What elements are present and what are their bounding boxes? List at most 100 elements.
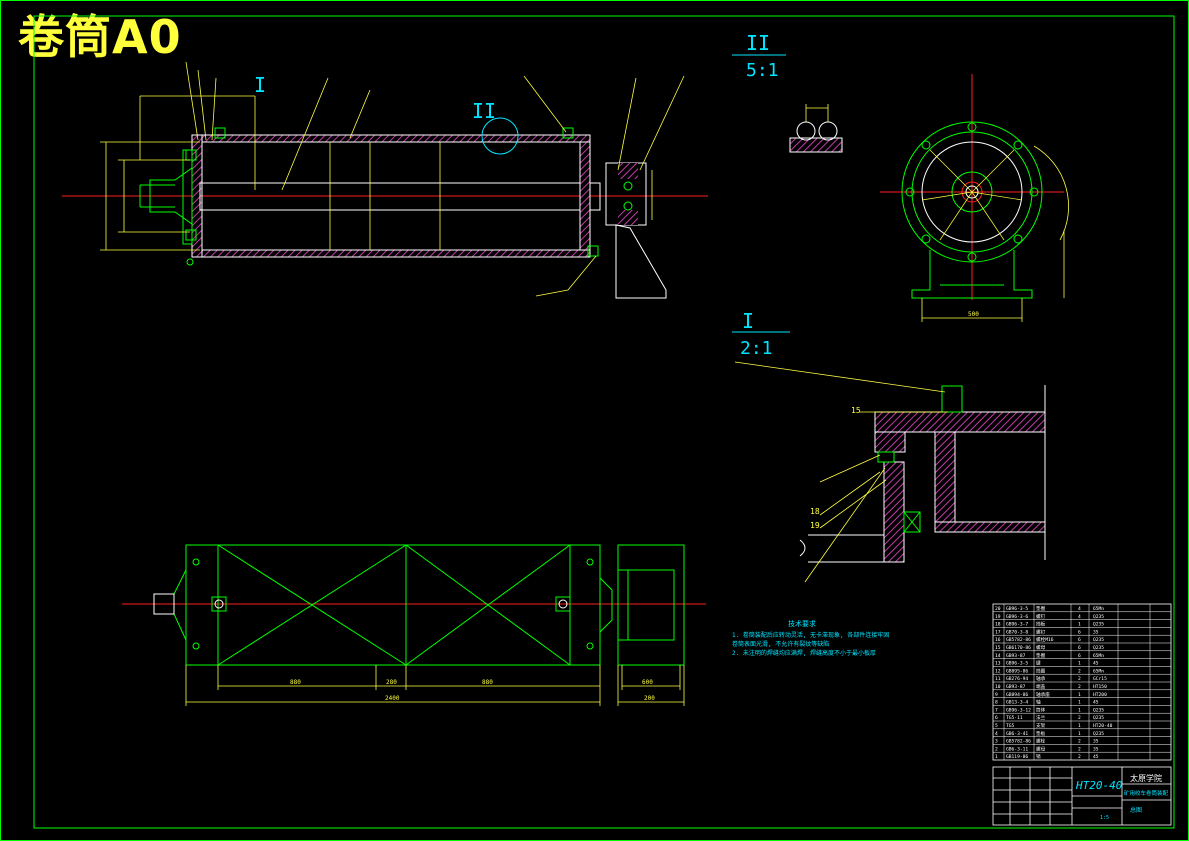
bom-cell: 2 xyxy=(995,746,998,752)
end-base-width-dim: 500 xyxy=(968,311,979,318)
bom-cell: 轴承 xyxy=(1036,675,1046,682)
bom-cell: 6 xyxy=(1078,653,1081,659)
dim-right-width: 600 xyxy=(642,679,653,686)
bom-cell: 3 xyxy=(995,739,998,745)
bom-cell: 螺钉 xyxy=(1036,628,1046,635)
part-number-15: 15 xyxy=(851,406,861,415)
bom-cell: 端盖 xyxy=(1036,683,1046,690)
bom-cell: GB70-3-8 xyxy=(1006,629,1028,635)
bom-cell: 2 xyxy=(1078,676,1081,682)
bom-cell: 螺母 xyxy=(1036,644,1046,651)
tech-req-line-2: 卷筒表面光滑, 不允许有裂纹等缺陷 xyxy=(732,640,829,648)
detail-i-label: I xyxy=(742,309,754,333)
bom-cell: 销 xyxy=(1036,753,1041,760)
bom-cell: 挡圈 xyxy=(1036,667,1046,674)
bom-cell: 10 xyxy=(995,684,1001,690)
bom-cell: 18 xyxy=(995,622,1001,628)
dim-total-length: 2400 xyxy=(385,695,400,702)
bom-cell: 35 xyxy=(1093,746,1099,752)
bom-cell: 4 xyxy=(1078,614,1081,620)
detail-i-view xyxy=(732,331,1046,583)
bom-cell: 16 xyxy=(995,637,1001,643)
bom-cell: GB5782-86 xyxy=(1006,637,1031,643)
bom-cell: 螺栓M16 xyxy=(1036,636,1054,643)
bom-cell: 2 xyxy=(1078,715,1081,721)
bom-cell: 45 xyxy=(1093,661,1099,667)
detail-i-scale: 2:1 xyxy=(740,338,773,359)
bom-cell: GB93-87 xyxy=(1006,684,1026,690)
bom-table: 20 GB96-3-5 垫圈 4 65Mn19 GB96-3-6 螺钉 4 Q23518 GB96… xyxy=(992,603,1172,761)
bom-cell: 8 xyxy=(995,700,998,706)
bom-cell: Q235 xyxy=(1093,715,1104,721)
bom-cell: GB894-86 xyxy=(1006,692,1028,698)
bom-cell: GB96-3-12 xyxy=(1006,707,1031,713)
bom-cell: 1 xyxy=(1078,731,1081,737)
tech-requirements: 技术要求 1. 卷筒装配后应转动灵活, 无卡滞现象, 各部件连接牢固 卷筒表面光… xyxy=(732,619,889,657)
bom-cell: GB96-3-6 xyxy=(1006,614,1028,620)
bom-cell: 1 xyxy=(1078,707,1081,713)
bom-cell: 2 xyxy=(1078,668,1081,674)
cad-drawing-canvas[interactable]: I II II 5:1 500 I 2:1 15 18 19 880 280 8… xyxy=(0,0,1189,841)
tech-req-line-1: 1. 卷筒装配后应转动灵活, 无卡滞现象, 各部件连接牢固 xyxy=(732,631,889,639)
bom-cell: 垫圈 xyxy=(1036,605,1046,612)
bom-cell: GB5782-86 xyxy=(1006,739,1031,745)
bom-cell: 1 xyxy=(1078,700,1081,706)
bom-cell: 14 xyxy=(995,653,1001,659)
dim-seg-c: 880 xyxy=(482,679,493,686)
top-view xyxy=(122,544,706,706)
tech-req-line-3: 2. 未注明的焊缝均应满焊, 焊缝高度不小于最小板厚 xyxy=(732,649,876,657)
bom-cell: 1 xyxy=(1078,622,1081,628)
bom-cell: 20 xyxy=(995,606,1001,612)
bearing-support xyxy=(615,224,667,299)
bom-cell: 1 xyxy=(1078,661,1081,667)
bom-cell: 4 xyxy=(1078,606,1081,612)
drawing-number: HT20-40 xyxy=(1075,779,1123,792)
bom-cell: 6 xyxy=(1078,637,1081,643)
bom-cell: 螺母 xyxy=(1036,745,1046,752)
bom-cell: GB6-3-41 xyxy=(1006,731,1028,737)
bom-cell: GB276-94 xyxy=(1006,676,1028,682)
bom-cell: GB13-3-4 xyxy=(1006,700,1028,706)
bom-cell: 1 xyxy=(995,754,998,760)
bom-cell: 11 xyxy=(995,676,1001,682)
bom-cell: 键 xyxy=(1036,660,1041,667)
right-end-plate xyxy=(579,141,591,251)
bom-cell: 65Mn xyxy=(1093,606,1104,612)
bom-cell: 45 xyxy=(1093,754,1099,760)
part-number-19: 19 xyxy=(810,521,820,530)
bom-cell: 7 xyxy=(995,707,998,713)
dim-seg-a: 880 xyxy=(290,679,301,686)
bom-cell: GB895-86 xyxy=(1006,668,1028,674)
bom-cell: Q235 xyxy=(1093,731,1104,737)
bom-cell: 2 xyxy=(1078,754,1081,760)
main-section-view xyxy=(62,61,708,299)
bom-cell: TG5-11 xyxy=(1006,715,1023,721)
bom-cell: 挡板 xyxy=(1036,621,1046,628)
drum-shell-bottom xyxy=(199,249,591,258)
drawing-ratio: 1:5 xyxy=(1100,815,1109,821)
bom-cell: 6 xyxy=(1078,629,1081,635)
bom-cell: 15 xyxy=(995,645,1001,651)
detail-ii-reference: II xyxy=(472,99,496,123)
bom-cell: GB96-3-5 xyxy=(1006,661,1028,667)
bom-cell: HT150 xyxy=(1093,684,1107,690)
part-number-18: 18 xyxy=(810,507,820,516)
dim-seg-b: 280 xyxy=(386,679,397,686)
bom-cell: 13 xyxy=(995,661,1001,667)
bom-cell: 9 xyxy=(995,692,998,698)
bom-cell: GB96-3-5 xyxy=(1006,606,1028,612)
bom-cell: 筒体 xyxy=(1036,706,1046,713)
bom-cell: 65Mn xyxy=(1093,653,1104,659)
bom-cell: GB93-87 xyxy=(1006,653,1026,659)
bom-cell: 12 xyxy=(995,668,1001,674)
bom-cell: HT200 xyxy=(1093,692,1107,698)
bom-cell: Q235 xyxy=(1093,614,1104,620)
bom-cell: 17 xyxy=(995,629,1001,635)
bom-cell: 6 xyxy=(995,715,998,721)
bom-cell: HT20-40 xyxy=(1093,723,1113,729)
drum-shell-top xyxy=(199,134,591,143)
bom-cell: 法兰 xyxy=(1036,714,1046,721)
bom-cell: 6 xyxy=(1078,645,1081,651)
drawing-name: 总图 xyxy=(1130,806,1142,814)
bom-cell: 1 xyxy=(1078,723,1081,729)
